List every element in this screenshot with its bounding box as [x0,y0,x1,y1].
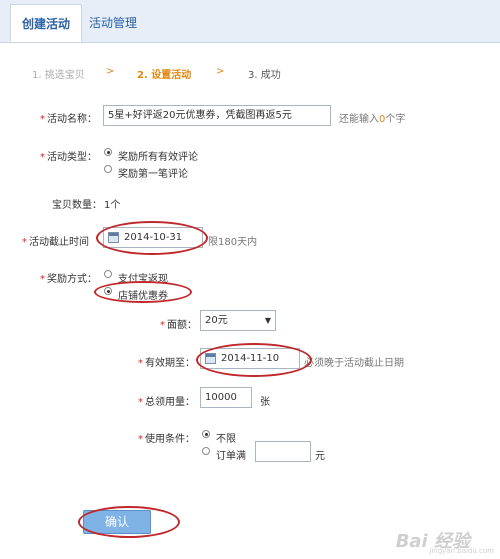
reward-method-label: * 奖励方式： [40,274,97,285]
step-arrow-1: > [106,66,115,77]
total-quantity-unit: 张 [260,397,270,408]
step-1: 1. 挑选宝贝 [32,70,85,81]
valid-until-label: * 有效期至： [138,358,195,369]
reward-coupon-radio[interactable] [104,287,112,295]
deadline-hint: 限180天内 [208,237,258,248]
tab-bar: 创建活动 活动管理 [0,0,500,43]
activity-name-hint: 还能输入0个字 [339,114,406,125]
step-arrow-2: > [216,66,225,77]
calendar-icon [108,231,119,243]
activity-type-label: * 活动类型： [40,152,97,163]
type-all-label: 奖励所有有效评论 [118,152,198,163]
confirm-button[interactable]: 确认 [83,510,151,534]
baidu-watermark-url: jingyan.baidu.com [429,547,494,555]
reward-coupon-label: 店铺优惠券 [118,291,168,302]
step-3: 3. 成功 [248,70,281,81]
type-first-label: 奖励第一笔评论 [118,169,188,180]
deadline-label: * 活动截止时间 [22,237,89,248]
condition-unlimited-radio[interactable] [202,430,210,438]
valid-until-date-input[interactable]: 2014-11-10 [200,348,300,369]
item-count-label: 宝贝数量： [52,200,102,211]
type-first-radio[interactable] [104,165,112,173]
activity-name-input[interactable]: 5星+好评返20元优惠券，凭截图再返5元 [103,105,331,126]
condition-min-order-label: 订单满 [216,451,246,462]
step-2: 2. 设置活动 [137,70,192,81]
calendar-icon [205,352,216,364]
amount-label: * 面额： [160,320,197,331]
deadline-date-input[interactable]: 2014-10-31 [103,227,203,248]
min-order-unit: 元 [315,451,325,462]
total-quantity-label: * 总领用量： [138,397,195,408]
valid-until-hint: 必须晚于活动截止日期 [304,358,404,369]
amount-select[interactable]: 20元 ▼ [200,310,276,331]
type-all-radio[interactable] [104,148,112,156]
min-order-amount-input[interactable] [255,441,311,462]
condition-min-order-radio[interactable] [202,447,210,455]
reward-alipay-label: 支付宝返现 [118,274,168,285]
tab-create-activity[interactable]: 创建活动 [10,4,82,42]
total-quantity-input[interactable]: 10000 [200,387,252,408]
activity-name-label: * 活动名称： [40,114,97,125]
tab-manage-activity[interactable]: 活动管理 [82,4,144,42]
condition-unlimited-label: 不限 [216,434,236,445]
use-condition-label: * 使用条件： [138,434,195,445]
reward-alipay-radio[interactable] [104,270,112,278]
dropdown-arrow-icon: ▼ [264,316,271,325]
item-count-value: 1个 [104,200,121,211]
